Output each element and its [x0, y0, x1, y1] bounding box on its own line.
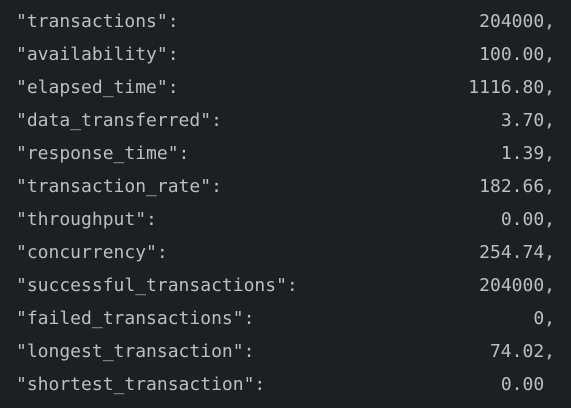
json-value: 204000, — [479, 11, 555, 32]
json-value: 1.39, — [500, 143, 555, 164]
json-row-response-time: "response_time": 1.39, — [0, 138, 571, 171]
json-key: "data_transferred": — [16, 110, 222, 131]
json-value: 0.00, — [500, 209, 555, 230]
json-row-shortest-transaction: "shortest_transaction": 0.00 — [0, 369, 571, 402]
json-row-throughput: "throughput": 0.00, — [0, 204, 571, 237]
json-key: "throughput": — [16, 209, 157, 230]
json-key: "concurrency": — [16, 242, 168, 263]
json-key: "availability": — [16, 44, 179, 65]
json-key: "transactions": — [16, 11, 179, 32]
json-key: "shortest_transaction": — [16, 374, 266, 395]
json-key: "response_time": — [16, 143, 190, 164]
terminal-output: "transactions": 204000, "availability": … — [0, 0, 571, 408]
json-row-successful-transactions: "successful_transactions": 204000, — [0, 270, 571, 303]
json-key: "successful_transactions": — [16, 275, 298, 296]
json-row-transactions: "transactions": 204000, — [0, 6, 571, 39]
json-value: 1116.80, — [468, 77, 555, 98]
json-key: "failed_transactions": — [16, 308, 255, 329]
json-value: 204000, — [479, 275, 555, 296]
json-value: 3.70, — [500, 110, 555, 131]
json-value: 254.74, — [479, 242, 555, 263]
json-row-concurrency: "concurrency": 254.74, — [0, 237, 571, 270]
json-key: "elapsed_time": — [16, 77, 179, 98]
json-value: 100.00, — [479, 44, 555, 65]
json-key: "longest_transaction": — [16, 341, 255, 362]
json-value: 0, — [533, 308, 555, 329]
json-row-failed-transactions: "failed_transactions": 0, — [0, 303, 571, 336]
json-row-elapsed-time: "elapsed_time": 1116.80, — [0, 72, 571, 105]
json-value: 182.66, — [479, 176, 555, 197]
json-key: "transaction_rate": — [16, 176, 222, 197]
json-row-longest-transaction: "longest_transaction": 74.02, — [0, 336, 571, 369]
json-row-availability: "availability": 100.00, — [0, 39, 571, 72]
json-value: 74.02, — [489, 341, 555, 362]
json-row-transaction-rate: "transaction_rate": 182.66, — [0, 171, 571, 204]
json-row-data-transferred: "data_transferred": 3.70, — [0, 105, 571, 138]
json-value: 0.00 — [500, 374, 555, 395]
